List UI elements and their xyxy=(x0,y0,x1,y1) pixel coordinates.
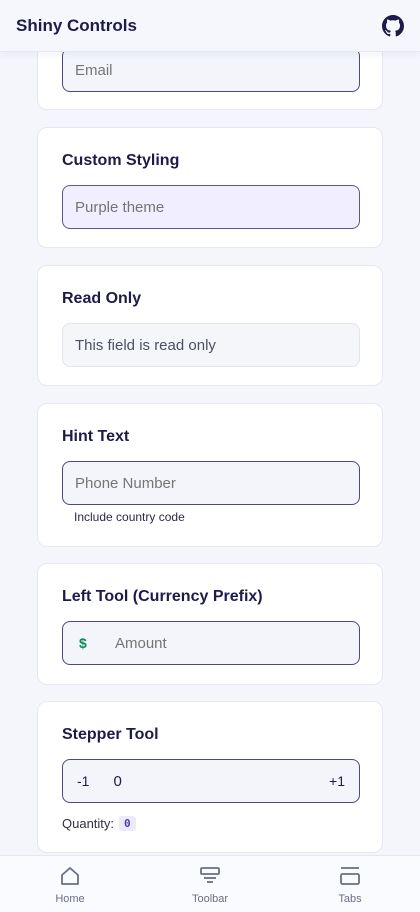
decrement-button[interactable]: -1 xyxy=(75,773,91,789)
increment-button[interactable]: +1 xyxy=(327,773,347,789)
read-only-card: Read Only This field is read only xyxy=(37,265,383,386)
quantity-stepper: -1 0 +1 xyxy=(62,759,360,803)
github-icon[interactable] xyxy=(382,14,404,37)
stepper-tool-card: Stepper Tool -1 0 +1 Quantity: 0 xyxy=(37,701,383,853)
nav-label: Home xyxy=(55,892,85,905)
phone-number-input[interactable] xyxy=(62,461,360,505)
app: Shiny Controls Custom Styling Read Only … xyxy=(0,0,420,912)
hint-text: Include country code xyxy=(74,510,185,524)
stepper-value[interactable]: 0 xyxy=(91,773,327,790)
currency-prefix: $ xyxy=(79,635,87,651)
quantity-label: Quantity: xyxy=(62,816,115,831)
nav-item-tabs[interactable]: Tabs xyxy=(305,864,395,905)
bottom-nav: Home Toolbar Tabs xyxy=(0,855,420,912)
nav-label: Toolbar xyxy=(191,892,229,905)
quantity-readout: Quantity: 0 xyxy=(62,816,136,831)
read-only-value: This field is read only xyxy=(75,336,216,354)
card-title: Hint Text xyxy=(62,428,130,445)
left-tool-card: Left Tool (Currency Prefix) $ xyxy=(37,563,383,685)
card-title: Left Tool (Currency Prefix) xyxy=(62,588,263,605)
card-title: Read Only xyxy=(62,290,142,307)
card-title: Stepper Tool xyxy=(62,726,159,743)
email-field[interactable] xyxy=(62,48,360,92)
hint-text-card: Hint Text Include country code xyxy=(37,403,383,547)
top-header: Shiny Controls xyxy=(0,0,420,52)
home-icon xyxy=(61,866,79,885)
purple-theme-input[interactable] xyxy=(62,185,360,229)
currency-input-group: $ xyxy=(62,621,360,665)
custom-styling-card: Custom Styling xyxy=(37,127,383,248)
app-title: Shiny Controls xyxy=(16,15,137,35)
toolbar-icon xyxy=(200,866,220,883)
nav-item-home[interactable]: Home xyxy=(25,864,115,905)
tabs-icon xyxy=(340,866,360,885)
nav-label: Tabs xyxy=(338,892,362,905)
read-only-field: This field is read only xyxy=(62,323,360,367)
amount-input[interactable] xyxy=(115,634,345,652)
quantity-badge: 0 xyxy=(119,816,136,831)
nav-item-toolbar[interactable]: Toolbar xyxy=(165,864,255,905)
card-title: Custom Styling xyxy=(62,152,180,169)
